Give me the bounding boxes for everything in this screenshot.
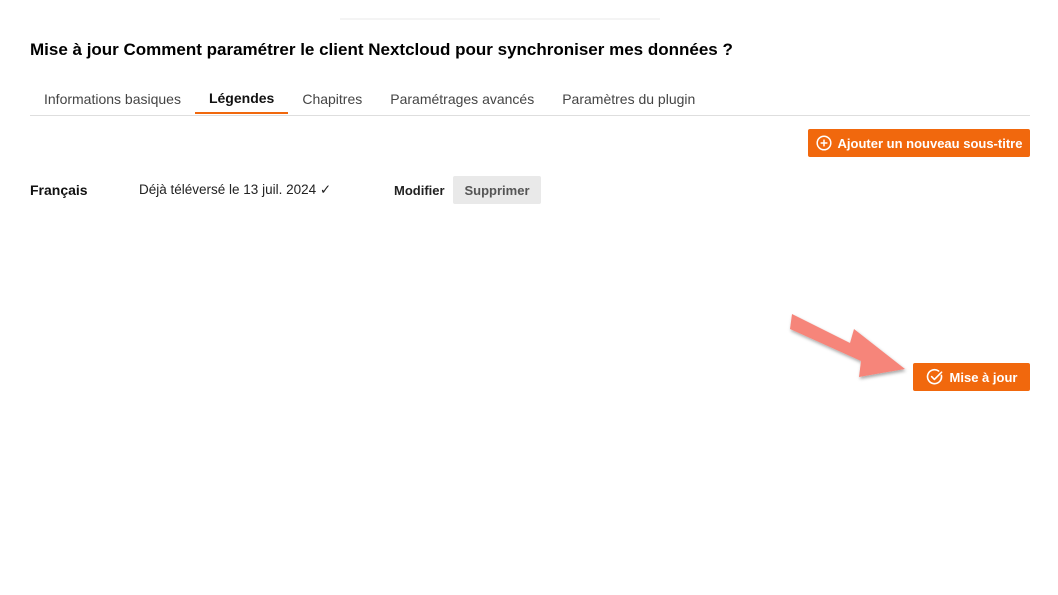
tab-bar: Informations basiques Légendes Chapitres…: [30, 84, 1030, 116]
caption-status: Déjà téléversé le 13 juil. 2024 ✓: [139, 182, 332, 197]
page-title: Mise à jour Comment paramétrer le client…: [30, 40, 733, 59]
add-caption-button[interactable]: Ajouter un nouveau sous-titre: [808, 129, 1030, 157]
delete-caption-button[interactable]: Supprimer: [453, 176, 541, 204]
caption-row: Français Déjà téléversé le 13 juil. 2024…: [30, 176, 630, 204]
tab-parametrages-avances[interactable]: Paramétrages avancés: [376, 84, 548, 114]
plus-circle-icon: [815, 135, 832, 151]
arrow-annotation: [790, 314, 905, 377]
check-circle-icon: [926, 368, 944, 386]
tab-parametres-du-plugin[interactable]: Paramètres du plugin: [548, 84, 709, 114]
tab-legendes[interactable]: Légendes: [194, 84, 289, 114]
top-divider: [340, 18, 660, 20]
caption-language: Français: [30, 182, 88, 198]
update-button[interactable]: Mise à jour: [913, 363, 1030, 391]
page: Mise à jour Comment paramétrer le client…: [0, 0, 1058, 595]
tab-informations-basiques[interactable]: Informations basiques: [30, 84, 195, 114]
tab-chapitres[interactable]: Chapitres: [288, 84, 376, 114]
add-caption-label: Ajouter un nouveau sous-titre: [837, 135, 1023, 151]
update-label: Mise à jour: [949, 369, 1018, 385]
modify-caption-button[interactable]: Modifier: [384, 176, 455, 204]
